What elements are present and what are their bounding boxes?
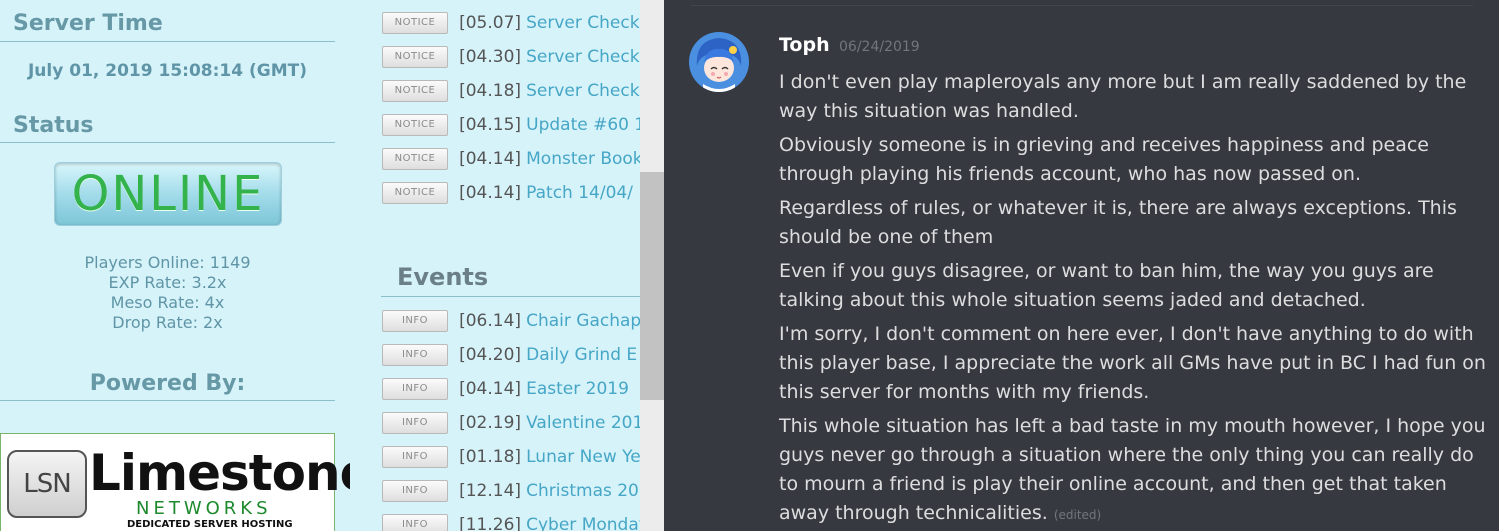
divider (0, 142, 335, 143)
news-date: [04.14] (459, 183, 522, 203)
category-tag: INFO (382, 514, 448, 531)
category-tag: NOTICE (382, 80, 448, 102)
news-item[interactable]: NOTICE [04.15] Update #60 1 (382, 114, 640, 138)
category-tag: NOTICE (382, 46, 448, 68)
chat-message[interactable]: I'm sorry, I don't comment on here ever,… (779, 320, 1494, 407)
news-date: [04.30] (459, 47, 522, 67)
sponsor-tagline: DEDICATED SERVER HOSTING (127, 519, 293, 530)
news-link[interactable]: Christmas 20 (526, 481, 639, 501)
server-status-badge: ONLINE (54, 162, 282, 226)
message-author[interactable]: Toph (779, 34, 830, 56)
category-tag: NOTICE (382, 12, 448, 34)
message-text: I'm sorry, I don't comment on here ever,… (779, 323, 1486, 403)
sponsor-sub: NETWORKS (136, 498, 272, 519)
message-text: This whole situation has left a bad tast… (779, 415, 1486, 524)
news-date: [12.14] (459, 481, 522, 501)
category-tag: INFO (382, 344, 448, 366)
news-item[interactable]: NOTICE [04.14] Patch 14/04/ (382, 182, 633, 206)
sponsor-name: Limestone (89, 444, 350, 502)
events-heading: Events (397, 263, 489, 291)
message-text: Even if you guys disagree, or want to ba… (779, 260, 1434, 311)
message-timestamp: 06/24/2019 (839, 39, 920, 55)
news-link[interactable]: Easter 2019 (526, 379, 629, 399)
news-date: [11.26] (459, 515, 522, 531)
meso-rate: Meso Rate: 4x (110, 293, 225, 312)
news-date: [04.14] (459, 379, 522, 399)
news-link[interactable]: Server Check (526, 13, 639, 33)
news-column: NOTICE [05.07] Server Check NOTICE [04.30… (350, 0, 640, 531)
anime-avatar-icon (689, 32, 749, 92)
news-item[interactable]: NOTICE [04.30] Server Check (382, 46, 640, 70)
category-tag: INFO (382, 446, 448, 468)
news-item[interactable]: NOTICE [05.07] Server Check (382, 12, 640, 36)
news-link[interactable]: Daily Grind E (526, 345, 637, 365)
chat-message[interactable]: This whole situation has left a bad tast… (779, 412, 1494, 530)
news-item[interactable]: INFO [06.14] Chair Gachap (382, 310, 640, 334)
avatar[interactable] (689, 32, 749, 92)
news-date: [02.19] (459, 413, 522, 433)
news-date: [05.07] (459, 13, 522, 33)
news-date: [04.20] (459, 345, 522, 365)
server-rates: Players Online: 1149 EXP Rate: 3.2x Meso… (0, 253, 335, 333)
category-tag: INFO (382, 378, 448, 400)
divider (381, 296, 640, 297)
server-time-heading: Server Time (13, 11, 163, 36)
news-item[interactable]: NOTICE [04.14] Monster Book (382, 148, 640, 172)
message-text: I don't even play mapleroyals any more b… (779, 71, 1467, 122)
players-online: Players Online: 1149 (84, 253, 251, 272)
edited-label: (edited) (1053, 508, 1102, 522)
chat-panel: Toph 06/24/2019 I don't even play mapler… (664, 0, 1499, 531)
server-info-sidebar: Server Time July 01, 2019 15:08:14 (GMT)… (0, 0, 350, 531)
category-tag: NOTICE (382, 148, 448, 170)
scrollbar-thumb[interactable] (640, 172, 664, 400)
news-link[interactable]: Valentine 201 (526, 413, 640, 433)
message-text: Obviously someone is in grieving and rec… (779, 134, 1429, 185)
sponsor-banner[interactable]: LSN Limestone NETWORKS DEDICATED SERVER … (0, 433, 350, 531)
lsn-logo-mark: LSN (7, 450, 87, 518)
divider (0, 400, 335, 401)
message-text: Regardless of rules, or whatever it is, … (779, 197, 1457, 248)
news-link[interactable]: Monster Book (526, 149, 640, 169)
chat-message[interactable]: Regardless of rules, or whatever it is, … (779, 194, 1494, 252)
news-link[interactable]: Patch 14/04/ (526, 183, 633, 203)
news-date: [04.14] (459, 149, 522, 169)
news-link[interactable]: Chair Gachap (526, 311, 640, 331)
exp-rate: EXP Rate: 3.2x (108, 273, 227, 292)
news-item[interactable]: INFO [04.20] Daily Grind E (382, 344, 637, 368)
status-badge-label: ONLINE (71, 166, 265, 222)
news-item[interactable]: INFO [02.19] Valentine 201 (382, 412, 640, 436)
news-link[interactable]: Server Check (526, 81, 639, 101)
news-link[interactable]: Cyber Monday (526, 515, 640, 531)
message-group: I don't even play mapleroyals any more b… (779, 68, 1494, 531)
news-item[interactable]: NOTICE [04.18] Server Check (382, 80, 640, 104)
divider (691, 5, 1473, 6)
news-date: [01.18] (459, 447, 522, 467)
status-heading: Status (13, 113, 94, 138)
news-link[interactable]: Lunar New Ye (526, 447, 640, 467)
divider (0, 41, 335, 42)
category-tag: INFO (382, 480, 448, 502)
category-tag: NOTICE (382, 114, 448, 136)
news-item[interactable]: INFO [04.14] Easter 2019 (382, 378, 629, 402)
chat-message[interactable]: I don't even play mapleroyals any more b… (779, 68, 1494, 126)
news-date: [04.18] (459, 81, 522, 101)
drop-rate: Drop Rate: 2x (112, 313, 223, 332)
news-item[interactable]: INFO [12.14] Christmas 20 (382, 480, 639, 504)
category-tag: INFO (382, 310, 448, 332)
category-tag: INFO (382, 412, 448, 434)
server-time-value: July 01, 2019 15:08:14 (GMT) (27, 61, 307, 81)
news-item[interactable]: INFO [01.18] Lunar New Ye (382, 446, 640, 470)
news-date: [06.14] (459, 311, 522, 331)
category-tag: NOTICE (382, 182, 448, 204)
news-item[interactable]: INFO [11.26] Cyber Monday (382, 514, 640, 531)
news-link[interactable]: Server Check (526, 47, 639, 67)
news-date: [04.15] (459, 115, 522, 135)
chat-message[interactable]: Even if you guys disagree, or want to ba… (779, 257, 1494, 315)
powered-by-heading: Powered By: (89, 371, 246, 396)
chat-message[interactable]: Obviously someone is in grieving and rec… (779, 131, 1494, 189)
news-link[interactable]: Update #60 1 (526, 115, 640, 135)
